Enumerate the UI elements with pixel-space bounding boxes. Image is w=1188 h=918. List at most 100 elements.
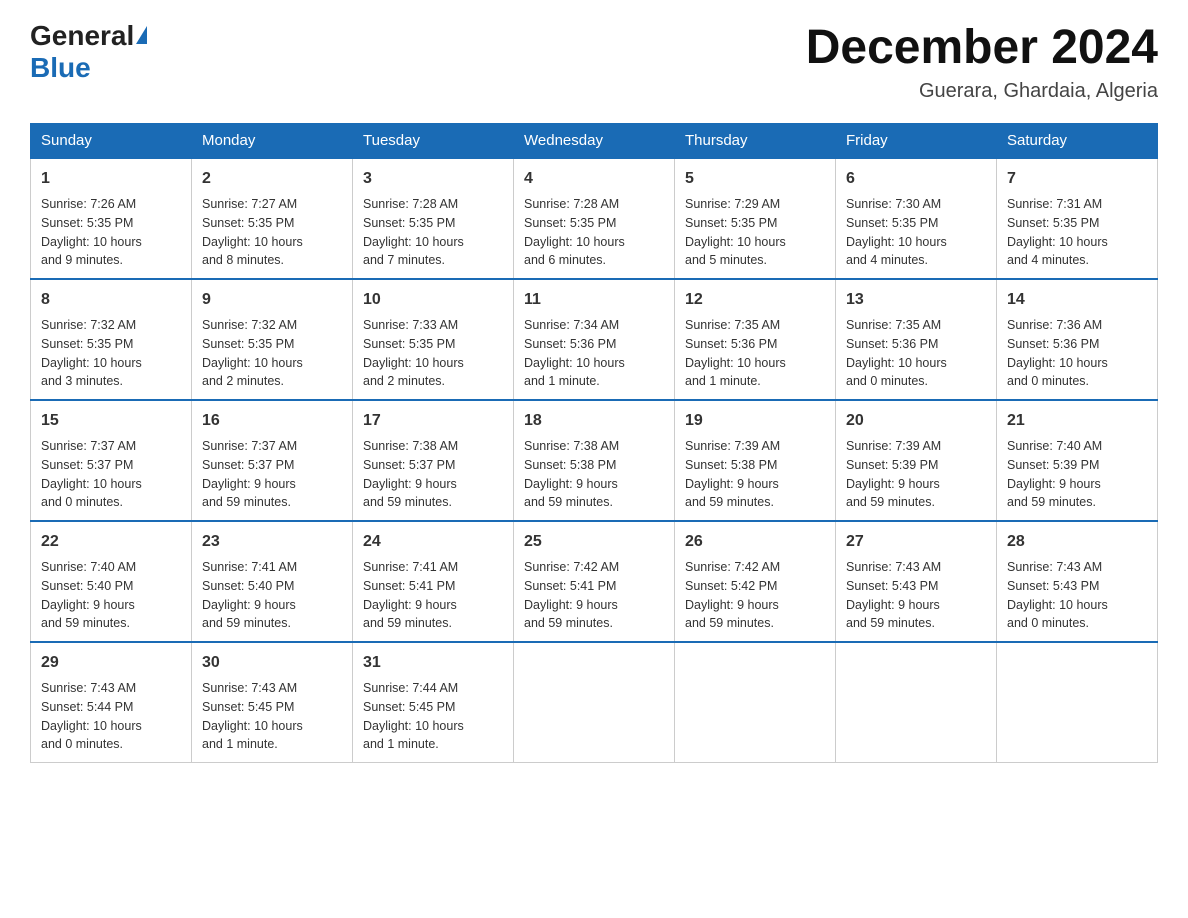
day-cell-11: 11 Sunrise: 7:34 AM Sunset: 5:36 PM Dayli… (514, 279, 675, 400)
day-info: Sunrise: 7:32 AM Sunset: 5:35 PM Dayligh… (202, 316, 342, 391)
logo-general-text: General (30, 20, 134, 52)
day-number: 1 (41, 167, 181, 191)
week-row-1: 1 Sunrise: 7:26 AM Sunset: 5:35 PM Daylig… (31, 158, 1158, 279)
logo: General Blue (30, 20, 147, 84)
day-number: 9 (202, 288, 342, 312)
calendar-header-row: SundayMondayTuesdayWednesdayThursdayFrid… (31, 124, 1158, 159)
day-info: Sunrise: 7:33 AM Sunset: 5:35 PM Dayligh… (363, 316, 503, 391)
day-info: Sunrise: 7:26 AM Sunset: 5:35 PM Dayligh… (41, 195, 181, 270)
day-cell-25: 25 Sunrise: 7:42 AM Sunset: 5:41 PM Dayli… (514, 521, 675, 642)
week-row-3: 15Sunrise: 7:37 AM Sunset: 5:37 PM Dayli… (31, 400, 1158, 521)
day-number: 23 (202, 530, 342, 554)
day-number: 4 (524, 167, 664, 191)
header-wednesday: Wednesday (514, 124, 675, 159)
day-cell-1: 1 Sunrise: 7:26 AM Sunset: 5:35 PM Daylig… (31, 158, 192, 279)
day-cell-29: 29 Sunrise: 7:43 AM Sunset: 5:44 PM Dayli… (31, 642, 192, 763)
day-cell-21: 21 Sunrise: 7:40 AM Sunset: 5:39 PM Dayli… (997, 400, 1158, 521)
day-info: Sunrise: 7:40 AM Sunset: 5:39 PM Dayligh… (1007, 437, 1147, 512)
day-number: 17 (363, 409, 503, 433)
day-number: 22 (41, 530, 181, 554)
day-info: Sunrise: 7:44 AM Sunset: 5:45 PM Dayligh… (363, 679, 503, 754)
day-cell-4: 4 Sunrise: 7:28 AM Sunset: 5:35 PM Daylig… (514, 158, 675, 279)
header-sunday: Sunday (31, 124, 192, 159)
header-tuesday: Tuesday (353, 124, 514, 159)
week-row-4: 22Sunrise: 7:40 AM Sunset: 5:40 PM Dayli… (31, 521, 1158, 642)
day-number: 19 (685, 409, 825, 433)
day-cell-17: 17Sunrise: 7:38 AM Sunset: 5:37 PM Dayli… (353, 400, 514, 521)
week-row-5: 29 Sunrise: 7:43 AM Sunset: 5:44 PM Dayli… (31, 642, 1158, 763)
day-info: Sunrise: 7:43 AM Sunset: 5:43 PM Dayligh… (846, 558, 986, 633)
empty-cell (514, 642, 675, 763)
day-info: Sunrise: 7:39 AM Sunset: 5:38 PM Dayligh… (685, 437, 825, 512)
day-info: Sunrise: 7:39 AM Sunset: 5:39 PM Dayligh… (846, 437, 986, 512)
day-cell-27: 27 Sunrise: 7:43 AM Sunset: 5:43 PM Dayli… (836, 521, 997, 642)
day-cell-3: 3Sunrise: 7:28 AM Sunset: 5:35 PM Daylig… (353, 158, 514, 279)
day-info: Sunrise: 7:43 AM Sunset: 5:44 PM Dayligh… (41, 679, 181, 754)
day-info: Sunrise: 7:29 AM Sunset: 5:35 PM Dayligh… (685, 195, 825, 270)
calendar-subtitle: Guerara, Ghardaia, Algeria (806, 80, 1158, 103)
day-number: 13 (846, 288, 986, 312)
day-number: 18 (524, 409, 664, 433)
day-cell-31: 31Sunrise: 7:44 AM Sunset: 5:45 PM Dayli… (353, 642, 514, 763)
day-cell-2: 2Sunrise: 7:27 AM Sunset: 5:35 PM Daylig… (192, 158, 353, 279)
day-number: 14 (1007, 288, 1147, 312)
day-number: 25 (524, 530, 664, 554)
day-cell-16: 16 Sunrise: 7:37 AM Sunset: 5:37 PM Dayli… (192, 400, 353, 521)
day-info: Sunrise: 7:32 AM Sunset: 5:35 PM Dayligh… (41, 316, 181, 391)
day-cell-12: 12 Sunrise: 7:35 AM Sunset: 5:36 PM Dayli… (675, 279, 836, 400)
day-number: 12 (685, 288, 825, 312)
day-cell-24: 24 Sunrise: 7:41 AM Sunset: 5:41 PM Dayli… (353, 521, 514, 642)
day-number: 30 (202, 651, 342, 675)
logo-blue-text: Blue (30, 52, 91, 84)
day-number: 3 (363, 167, 503, 191)
day-info: Sunrise: 7:37 AM Sunset: 5:37 PM Dayligh… (41, 437, 181, 512)
day-info: Sunrise: 7:34 AM Sunset: 5:36 PM Dayligh… (524, 316, 664, 391)
day-number: 11 (524, 288, 664, 312)
day-number: 8 (41, 288, 181, 312)
day-info: Sunrise: 7:28 AM Sunset: 5:35 PM Dayligh… (524, 195, 664, 270)
day-cell-20: 20 Sunrise: 7:39 AM Sunset: 5:39 PM Dayli… (836, 400, 997, 521)
day-info: Sunrise: 7:30 AM Sunset: 5:35 PM Dayligh… (846, 195, 986, 270)
day-number: 16 (202, 409, 342, 433)
week-row-2: 8 Sunrise: 7:32 AM Sunset: 5:35 PM Daylig… (31, 279, 1158, 400)
day-info: Sunrise: 7:31 AM Sunset: 5:35 PM Dayligh… (1007, 195, 1147, 270)
day-number: 29 (41, 651, 181, 675)
day-number: 10 (363, 288, 503, 312)
day-cell-14: 14 Sunrise: 7:36 AM Sunset: 5:36 PM Dayli… (997, 279, 1158, 400)
day-cell-6: 6Sunrise: 7:30 AM Sunset: 5:35 PM Daylig… (836, 158, 997, 279)
day-cell-26: 26 Sunrise: 7:42 AM Sunset: 5:42 PM Dayli… (675, 521, 836, 642)
header-saturday: Saturday (997, 124, 1158, 159)
day-info: Sunrise: 7:41 AM Sunset: 5:41 PM Dayligh… (363, 558, 503, 633)
day-number: 26 (685, 530, 825, 554)
day-info: Sunrise: 7:42 AM Sunset: 5:42 PM Dayligh… (685, 558, 825, 633)
page-header: General Blue December 2024 Guerara, Ghar… (30, 20, 1158, 103)
day-cell-13: 13 Sunrise: 7:35 AM Sunset: 5:36 PM Dayli… (836, 279, 997, 400)
day-cell-28: 28Sunrise: 7:43 AM Sunset: 5:43 PM Dayli… (997, 521, 1158, 642)
day-cell-8: 8 Sunrise: 7:32 AM Sunset: 5:35 PM Daylig… (31, 279, 192, 400)
day-number: 24 (363, 530, 503, 554)
day-cell-7: 7Sunrise: 7:31 AM Sunset: 5:35 PM Daylig… (997, 158, 1158, 279)
day-info: Sunrise: 7:38 AM Sunset: 5:38 PM Dayligh… (524, 437, 664, 512)
day-cell-30: 30Sunrise: 7:43 AM Sunset: 5:45 PM Dayli… (192, 642, 353, 763)
day-info: Sunrise: 7:35 AM Sunset: 5:36 PM Dayligh… (846, 316, 986, 391)
day-number: 5 (685, 167, 825, 191)
day-cell-18: 18 Sunrise: 7:38 AM Sunset: 5:38 PM Dayli… (514, 400, 675, 521)
day-info: Sunrise: 7:37 AM Sunset: 5:37 PM Dayligh… (202, 437, 342, 512)
day-info: Sunrise: 7:43 AM Sunset: 5:43 PM Dayligh… (1007, 558, 1147, 633)
day-info: Sunrise: 7:42 AM Sunset: 5:41 PM Dayligh… (524, 558, 664, 633)
header-monday: Monday (192, 124, 353, 159)
day-info: Sunrise: 7:35 AM Sunset: 5:36 PM Dayligh… (685, 316, 825, 391)
empty-cell (675, 642, 836, 763)
header-friday: Friday (836, 124, 997, 159)
day-cell-23: 23 Sunrise: 7:41 AM Sunset: 5:40 PM Dayli… (192, 521, 353, 642)
day-cell-10: 10 Sunrise: 7:33 AM Sunset: 5:35 PM Dayli… (353, 279, 514, 400)
logo-triangle-icon (136, 26, 147, 44)
day-cell-5: 5 Sunrise: 7:29 AM Sunset: 5:35 PM Daylig… (675, 158, 836, 279)
header-thursday: Thursday (675, 124, 836, 159)
day-info: Sunrise: 7:36 AM Sunset: 5:36 PM Dayligh… (1007, 316, 1147, 391)
day-number: 20 (846, 409, 986, 433)
day-info: Sunrise: 7:41 AM Sunset: 5:40 PM Dayligh… (202, 558, 342, 633)
day-number: 2 (202, 167, 342, 191)
day-number: 21 (1007, 409, 1147, 433)
day-number: 27 (846, 530, 986, 554)
